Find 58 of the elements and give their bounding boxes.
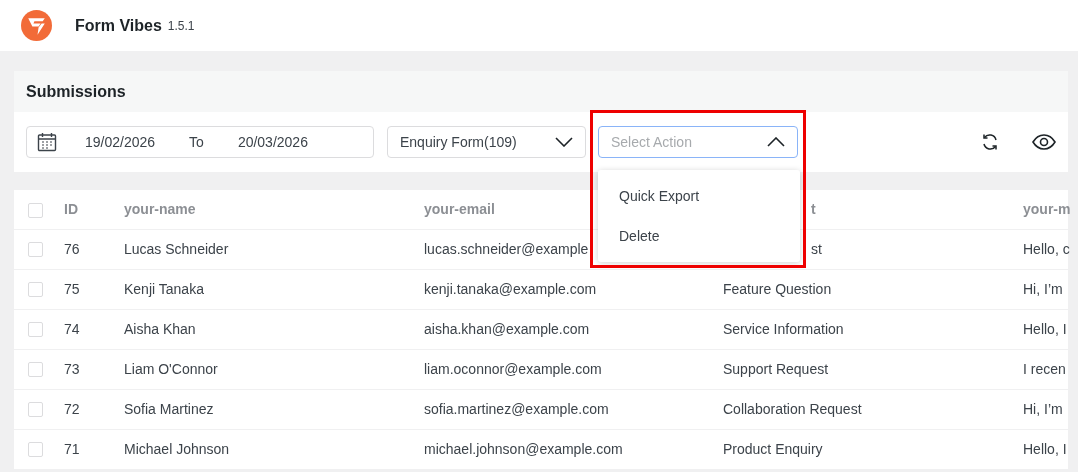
table-cell: sofia.martinez@example.com [424, 400, 609, 417]
start-date: 19/02/2026 [85, 132, 156, 152]
table-cell: Product Enquiry [723, 440, 823, 457]
table-cell: I recen [1023, 360, 1066, 377]
table-cell: 72 [64, 400, 80, 417]
column-header: your-email [424, 200, 495, 217]
column-header: ID [64, 200, 78, 217]
table-cell: Lucas Schneider [124, 240, 229, 257]
table-cell: 73 [64, 360, 80, 377]
checkbox[interactable] [28, 202, 43, 218]
checkbox[interactable] [28, 442, 43, 458]
table-cell: Hello, c [1023, 240, 1070, 257]
table-cell: 71 [64, 440, 80, 457]
table-cell: aisha.khan@example.com [424, 320, 590, 337]
table-cell: Hi, I’m [1023, 280, 1063, 297]
menu-item[interactable]: Delete [598, 216, 800, 256]
menu-item[interactable]: Quick Export [598, 176, 800, 216]
table-cell: Aisha Khan [124, 320, 196, 337]
panel-title: Submissions [26, 81, 126, 102]
checkbox[interactable] [28, 362, 43, 378]
table-cell: lucas.schneider@example [424, 240, 589, 257]
table-cell: Michael Johnson [124, 440, 230, 457]
table-cell: Sofia Martinez [124, 400, 214, 417]
table-cell: Collaboration Request [723, 400, 862, 417]
table-cell: 74 [64, 320, 80, 337]
table-cell: Kenji Tanaka [124, 280, 204, 297]
table-cell: Liam O'Connor [124, 360, 218, 377]
table-cell: kenji.tanaka@example.com [424, 280, 597, 297]
date-range-field[interactable]: 19/02/2026 To 20/03/2026 [26, 126, 374, 158]
column-header: t [811, 200, 816, 217]
table-cell: michael.johnson@example.com [424, 440, 623, 457]
table-cell: Hello, I [1023, 320, 1067, 337]
calendar-icon [37, 132, 57, 152]
table-cell: Support Request [723, 360, 829, 377]
checkbox[interactable] [28, 242, 43, 258]
eye-icon[interactable] [1032, 134, 1056, 150]
table-cell: 75 [64, 280, 80, 297]
end-date: 20/03/2026 [237, 132, 308, 152]
app-name: Form Vibes [75, 15, 162, 36]
logo-icon [21, 10, 52, 41]
select-value: Enquiry Form(109) [400, 132, 517, 152]
table-cell: st [811, 240, 822, 257]
form-select[interactable]: Enquiry Form(109) [387, 126, 586, 158]
column-header: your-name [124, 200, 196, 217]
column-header: your-m [1023, 200, 1071, 217]
select-placeholder: Select Action [611, 132, 692, 152]
checkbox[interactable] [28, 402, 43, 418]
checkbox[interactable] [28, 322, 43, 338]
table-cell: Hello, I [1023, 440, 1067, 457]
table-cell: Hi, I’m [1023, 400, 1063, 417]
table-cell: liam.oconnor@example.com [424, 360, 602, 377]
version-label: 1.5.1 [167, 17, 195, 35]
table-cell: 76 [64, 240, 80, 257]
checkbox[interactable] [28, 282, 43, 298]
table-cell: Feature Question [723, 280, 832, 297]
refresh-icon[interactable] [980, 132, 1000, 152]
date-separator: To [189, 132, 204, 152]
table-cell: Service Information [723, 320, 844, 337]
